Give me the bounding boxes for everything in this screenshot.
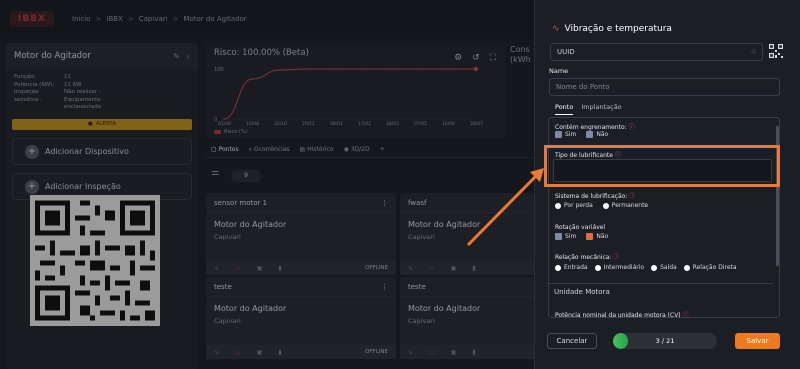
mech-relation-label: Relação mecânica: ⓘ — [555, 252, 619, 261]
checkbox — [586, 131, 594, 138]
app-root: IBBX Início > IBBX > Capivari > Motor do… — [0, 0, 800, 369]
nominal-power-label-text: Potência nominal da unidade motora (CV) — [555, 312, 681, 319]
option-label: Por perda — [564, 202, 593, 209]
radio — [555, 202, 561, 209]
form-progress-bar: 3 / 21 — [613, 333, 717, 349]
vibration-icon: ∿ — [552, 24, 560, 34]
rotation-option-nao[interactable]: Não — [586, 233, 608, 240]
checkbox-checked — [586, 233, 594, 240]
variable-rotation-label: Rotação variável — [555, 224, 606, 231]
option-label: Não — [596, 131, 609, 138]
gearing-option-nao[interactable]: Não — [586, 131, 608, 138]
lub-system-option-por-perda[interactable]: Por perda — [555, 202, 593, 209]
variable-rotation-options: Sim Não — [555, 233, 608, 240]
radio — [555, 264, 561, 271]
gearing-options: Sim Não — [555, 131, 608, 138]
progress-text: 3 / 21 — [655, 337, 675, 345]
tab-implantacao[interactable]: Implantação — [581, 103, 621, 115]
lub-system-option-permanente[interactable]: Permanente — [602, 202, 649, 209]
lubricant-highlight-box — [544, 145, 780, 187]
checkbox — [555, 131, 562, 138]
option-label: Intermediário — [603, 264, 645, 271]
name-label: Name — [549, 67, 569, 75]
option-label: Sim — [565, 131, 577, 138]
cancel-button[interactable]: Cancelar — [547, 333, 597, 349]
rotation-option-sim[interactable]: Sim — [555, 233, 576, 240]
option-label: Sim — [565, 233, 577, 240]
section-divider — [547, 283, 773, 284]
checkbox — [555, 233, 562, 240]
mech-option-saida[interactable]: Saída — [651, 264, 677, 271]
drawer-title-text: Vibração e temperatura — [564, 24, 672, 34]
option-label: Relação Direta — [692, 264, 737, 271]
radio — [602, 202, 609, 209]
gearing-option-sim[interactable]: Sim — [555, 131, 576, 138]
nominal-power-label: Potência nominal da unidade motora (CV) … — [555, 310, 689, 319]
info-icon: ⓘ — [628, 124, 635, 131]
mech-option-relacao-direta[interactable]: Relação Direta — [683, 264, 737, 271]
option-label: Permanente — [611, 202, 649, 209]
motor-unit-section-title: Unidade Motora — [554, 288, 610, 296]
radio — [683, 264, 690, 271]
option-label: Não — [596, 233, 609, 240]
tab-ponto[interactable]: Ponto — [555, 103, 574, 115]
mech-option-intermediario[interactable]: Intermediário — [594, 264, 645, 271]
radio — [651, 264, 658, 271]
uuid-placeholder: UUID — [557, 48, 575, 56]
mech-relation-label-text: Relação mecânica: — [555, 254, 612, 261]
info-icon: ⓘ — [629, 193, 636, 200]
lub-system-label-text: Sistema de lubrificação: — [555, 193, 628, 200]
qr-scan-icon[interactable] — [769, 44, 783, 58]
modal-backdrop[interactable] — [0, 0, 534, 369]
option-label: Saída — [660, 264, 677, 271]
gearing-label-text: Contém engrenamento: — [555, 124, 627, 131]
info-icon: ⓘ — [613, 254, 620, 261]
mech-relation-options: Entrada Intermediário Saída Relação Dire… — [555, 264, 737, 271]
option-label: Entrada — [564, 264, 588, 271]
mech-option-entrada[interactable]: Entrada — [555, 264, 588, 271]
save-button[interactable]: Salvar — [735, 333, 780, 349]
lub-system-label: Sistema de lubrificação: ⓘ — [555, 191, 635, 200]
drawer-tabs: Ponto Implantação — [555, 103, 622, 115]
info-icon: ⓘ — [682, 312, 689, 319]
uuid-select[interactable]: UUID ◇ — [550, 43, 763, 61]
drawer-title: ∿ Vibração e temperatura — [552, 24, 672, 34]
point-name-input[interactable]: Nome do Ponto — [549, 78, 780, 96]
radio — [594, 264, 601, 271]
lub-system-options: Por perda Permanente — [555, 202, 648, 209]
gearing-label: Contém engrenamento: ⓘ — [555, 122, 635, 131]
chevron-down-icon: ◇ — [751, 48, 756, 55]
